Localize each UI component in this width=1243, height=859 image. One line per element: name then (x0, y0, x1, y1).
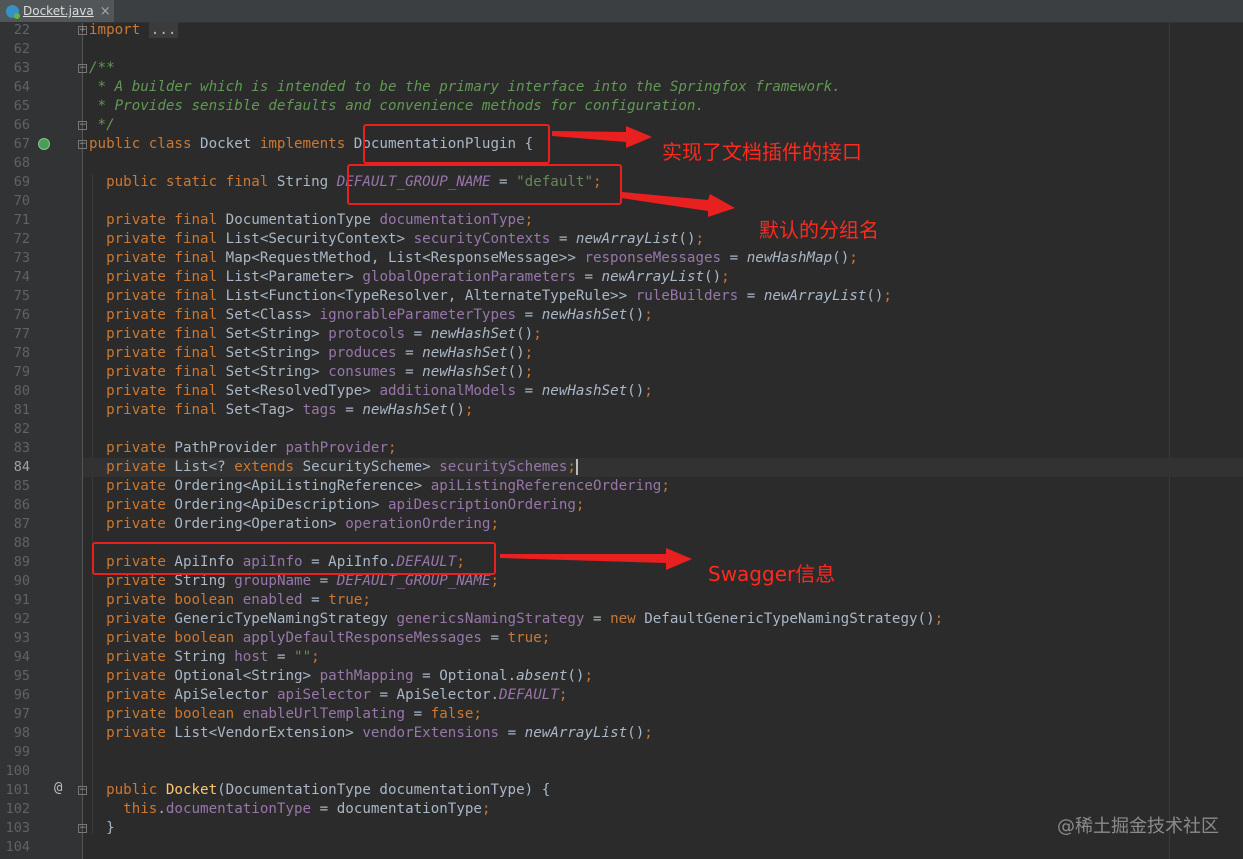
arrow-swagger-note (500, 548, 692, 570)
arrow-group-note (621, 192, 735, 217)
watermark: @稀土掘金技术社区 (1057, 816, 1219, 837)
arrow-plugin-note (552, 126, 652, 148)
annotation-arrows (500, 126, 735, 570)
annotation-group-note: 默认的分组名 (759, 218, 879, 242)
annotation-swagger-note: Swagger信息 (708, 562, 836, 586)
annotation-plugin-note: 实现了文档插件的接口 (662, 140, 862, 164)
